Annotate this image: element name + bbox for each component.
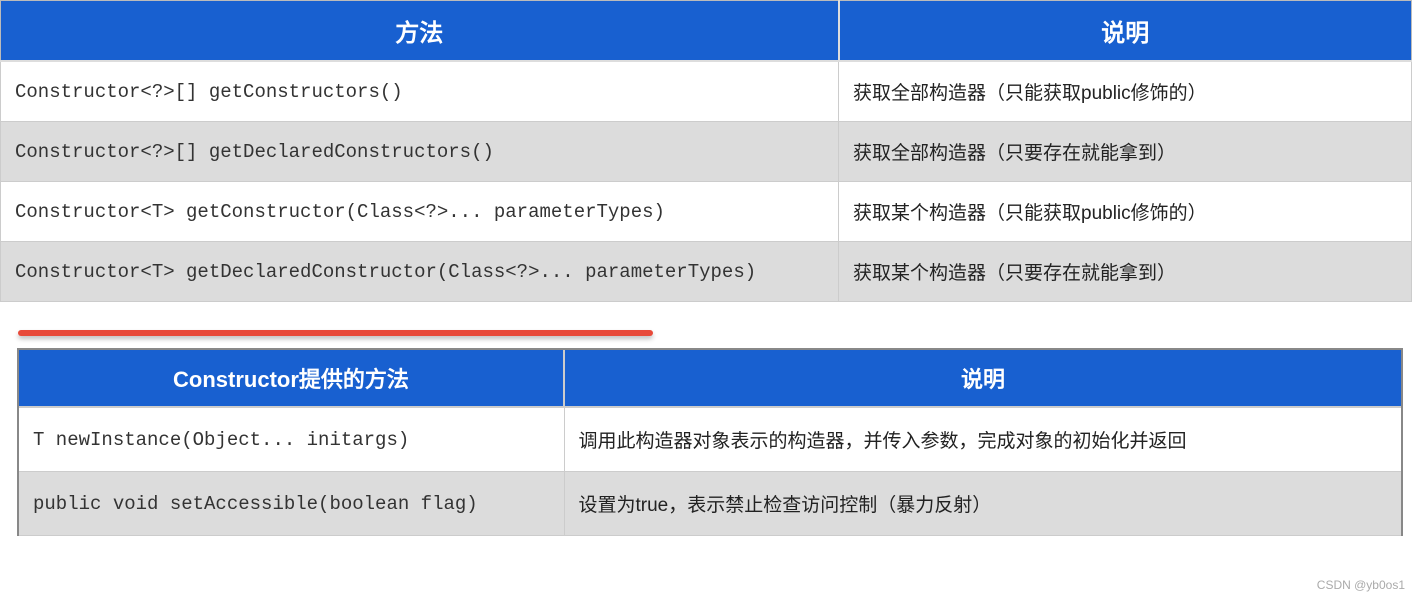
table2-header-method: Constructor提供的方法 — [19, 350, 564, 407]
table-row: public void setAccessible(boolean flag) … — [19, 472, 1401, 536]
table-row: Constructor<?>[] getConstructors() 获取全部构… — [1, 61, 1412, 122]
desc-cell: 获取全部构造器（只能获取public修饰的） — [839, 61, 1412, 122]
method-cell: Constructor<?>[] getDeclaredConstructors… — [1, 122, 839, 182]
method-cell: Constructor<T> getDeclaredConstructor(Cl… — [1, 242, 839, 302]
method-cell: public void setAccessible(boolean flag) — [19, 472, 564, 536]
table2-wrapper: Constructor提供的方法 说明 T newInstance(Object… — [17, 348, 1403, 536]
method-cell: Constructor<?>[] getConstructors() — [1, 61, 839, 122]
methods-table-2: Constructor提供的方法 说明 T newInstance(Object… — [19, 350, 1401, 536]
table-row: Constructor<?>[] getDeclaredConstructors… — [1, 122, 1412, 182]
table-row: Constructor<T> getConstructor(Class<?>..… — [1, 182, 1412, 242]
methods-table-1: 方法 说明 Constructor<?>[] getConstructors()… — [0, 0, 1412, 302]
table1-header-method: 方法 — [1, 1, 839, 62]
method-cell: T newInstance(Object... initargs) — [19, 407, 564, 472]
watermark-text: CSDN @yb0os1 — [1317, 578, 1405, 592]
table2-header-desc: 说明 — [564, 350, 1401, 407]
divider-red-line — [18, 330, 653, 336]
desc-cell: 获取全部构造器（只要存在就能拿到） — [839, 122, 1412, 182]
table1-header-desc: 说明 — [839, 1, 1412, 62]
table-row: T newInstance(Object... initargs) 调用此构造器… — [19, 407, 1401, 472]
desc-cell: 获取某个构造器（只能获取public修饰的） — [839, 182, 1412, 242]
desc-cell: 设置为true，表示禁止检查访问控制（暴力反射） — [564, 472, 1401, 536]
desc-cell: 获取某个构造器（只要存在就能拿到） — [839, 242, 1412, 302]
desc-cell: 调用此构造器对象表示的构造器，并传入参数，完成对象的初始化并返回 — [564, 407, 1401, 472]
method-cell: Constructor<T> getConstructor(Class<?>..… — [1, 182, 839, 242]
table-row: Constructor<T> getDeclaredConstructor(Cl… — [1, 242, 1412, 302]
